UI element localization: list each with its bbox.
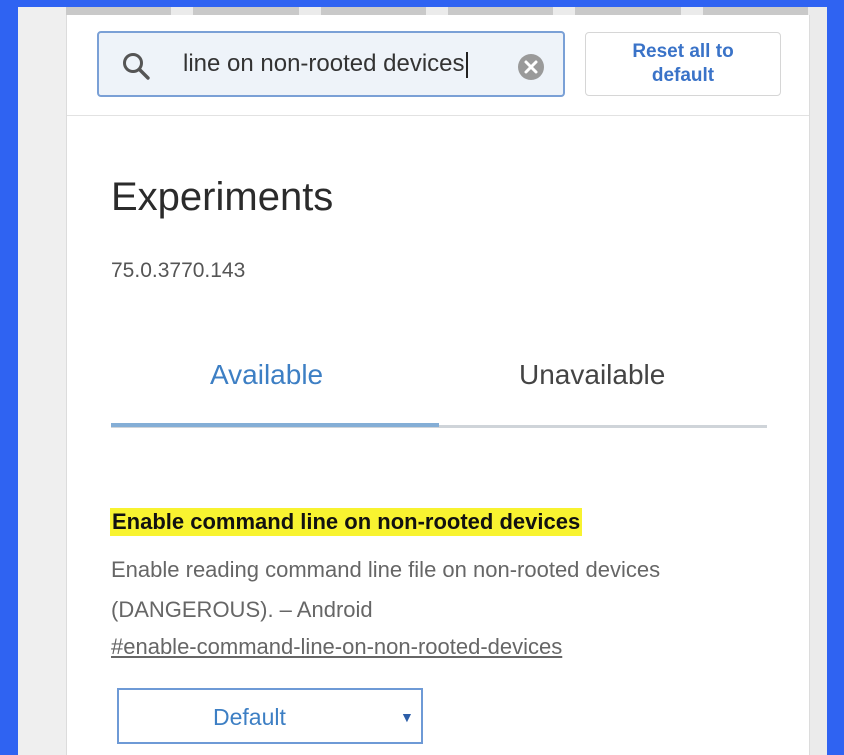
flag-state-select[interactable]: Default ▼ bbox=[117, 688, 423, 744]
flags-page: line on non-rooted devices Reset all to … bbox=[66, 15, 810, 755]
tab-strip-segment bbox=[66, 7, 172, 15]
flag-title: Enable command line on non-rooted device… bbox=[110, 508, 583, 536]
search-input[interactable]: line on non-rooted devices bbox=[97, 31, 565, 97]
tab-strip-segment bbox=[320, 7, 426, 15]
flags-toolbar: line on non-rooted devices Reset all to … bbox=[67, 15, 809, 116]
tab-unavailable[interactable]: Unavailable bbox=[519, 359, 665, 391]
tab-unavailable-label: Unavailable bbox=[519, 359, 666, 390]
tab-selected-indicator bbox=[111, 423, 439, 427]
flag-state-value: Default bbox=[213, 704, 286, 730]
search-query-text: line on non-rooted devices bbox=[183, 50, 465, 77]
tab-strip-segment bbox=[447, 7, 554, 15]
tab-strip bbox=[66, 7, 808, 15]
reset-all-label: Reset all to default bbox=[632, 41, 734, 86]
tab-strip-segment bbox=[193, 7, 299, 15]
tab-strip-segment bbox=[575, 7, 681, 15]
reset-all-button[interactable]: Reset all to default bbox=[585, 32, 781, 96]
frame-gutter bbox=[18, 7, 66, 755]
search-icon bbox=[123, 53, 150, 80]
tab-strip-segment bbox=[702, 7, 808, 15]
clear-icon[interactable] bbox=[517, 53, 545, 81]
version-number: 75.0.3770.143 bbox=[111, 259, 246, 282]
search-input-value[interactable]: line on non-rooted devices bbox=[183, 50, 468, 78]
flag-description: Enable reading command line file on non-… bbox=[111, 557, 661, 622]
flag-anchor-link[interactable]: #enable-command-line-on-non-rooted-devic… bbox=[111, 634, 562, 660]
tab-available[interactable]: Available bbox=[210, 359, 323, 391]
page-title: Experiments bbox=[111, 175, 334, 219]
tab-available-label: Available bbox=[210, 359, 324, 390]
dropdown-arrow-icon: ▼ bbox=[400, 709, 414, 725]
text-caret bbox=[465, 51, 468, 78]
